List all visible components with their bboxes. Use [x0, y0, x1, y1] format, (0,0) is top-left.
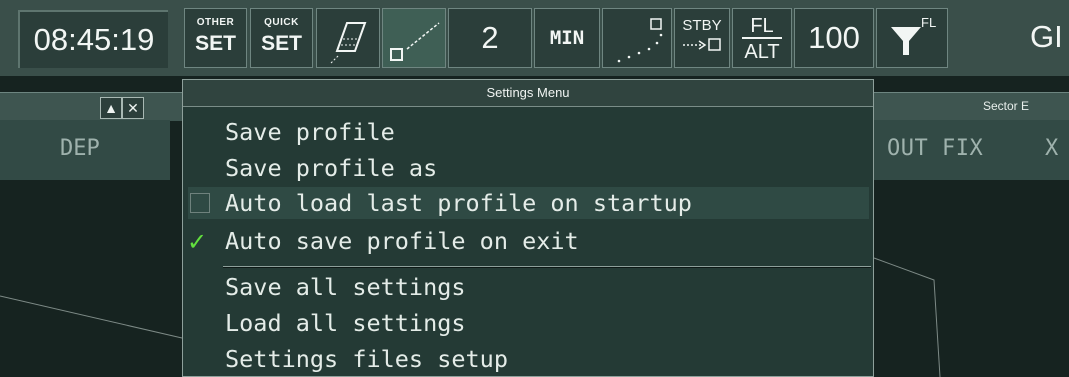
menu-separator [223, 266, 871, 268]
x-column-label: X [1045, 136, 1059, 161]
stby-button[interactable]: STBY [674, 8, 730, 68]
dep-column-header[interactable]: DEP [0, 120, 170, 180]
outfix-column-header[interactable]: OUT FIX X [873, 120, 1069, 180]
outfix-label: OUT FIX [887, 136, 984, 161]
menu-item-save-profile[interactable]: Save profile [225, 117, 395, 147]
checkmark-icon[interactable]: ✓ [187, 230, 211, 254]
count-value: 2 [481, 20, 499, 55]
right-window-titlebar: Sector E [873, 92, 1069, 121]
level-value: 100 [808, 20, 860, 55]
line-tool-icon [390, 22, 440, 61]
clock-display: 08:45:19 [18, 10, 168, 68]
left-window-titlebar: ▲ ✕ [0, 92, 182, 121]
count-display[interactable]: 2 [448, 8, 532, 68]
menu-item-settings-files-setup[interactable]: Settings files setup [225, 344, 508, 374]
filter-funnel-icon [891, 27, 921, 55]
close-icon[interactable]: ✕ [122, 97, 144, 119]
dep-label: DEP [60, 136, 100, 161]
filter-fl-label: FL [921, 15, 937, 30]
map-page-icon [330, 22, 367, 64]
quick-set-label: SET [261, 32, 302, 55]
fl-label: FL [742, 15, 782, 39]
quick-set-small-label: QUICK [264, 17, 299, 28]
draw-line-button[interactable] [382, 8, 446, 68]
min-button[interactable]: MIN [534, 8, 600, 68]
menu-item-save-profile-as[interactable]: Save profile as [225, 153, 437, 183]
top-toolbar: 08:45:19 OTHER SET QUICK SET 2 MIN STBY … [0, 0, 1069, 76]
arrow-to-box-icon [683, 38, 721, 51]
fl-alt-toggle[interactable]: FL ALT [732, 8, 792, 68]
other-set-small-label: OTHER [196, 17, 235, 28]
alt-label: ALT [744, 41, 780, 63]
menu-item-save-all-settings[interactable]: Save all settings [225, 272, 466, 302]
stby-label: STBY [682, 17, 722, 34]
maximize-triangle-icon[interactable]: ▲ [100, 97, 122, 119]
level-value-display[interactable]: 100 [794, 8, 874, 68]
settings-menu-title: Settings Menu [183, 80, 873, 107]
other-set-button[interactable]: OTHER SET [184, 8, 247, 68]
trail-dots-icon [617, 18, 663, 63]
dotted-trail-button[interactable] [602, 8, 672, 68]
other-set-label: SET [195, 32, 236, 55]
menu-item-auto-load[interactable]: Auto load last profile on startup [225, 188, 692, 218]
fl-filter-button[interactable]: FL [876, 8, 948, 68]
gi-button-fragment[interactable]: GI [1030, 8, 1069, 68]
right-window-title: Sector E [983, 99, 1030, 113]
settings-menu: Settings Menu Save profile Save profile … [182, 79, 874, 377]
menu-item-load-all-settings[interactable]: Load all settings [225, 308, 466, 338]
menu-item-auto-save[interactable]: Auto save profile on exit [225, 226, 579, 256]
auto-load-checkbox[interactable] [190, 193, 210, 213]
map-layer-button[interactable] [316, 8, 380, 68]
quick-set-button[interactable]: QUICK SET [250, 8, 313, 68]
